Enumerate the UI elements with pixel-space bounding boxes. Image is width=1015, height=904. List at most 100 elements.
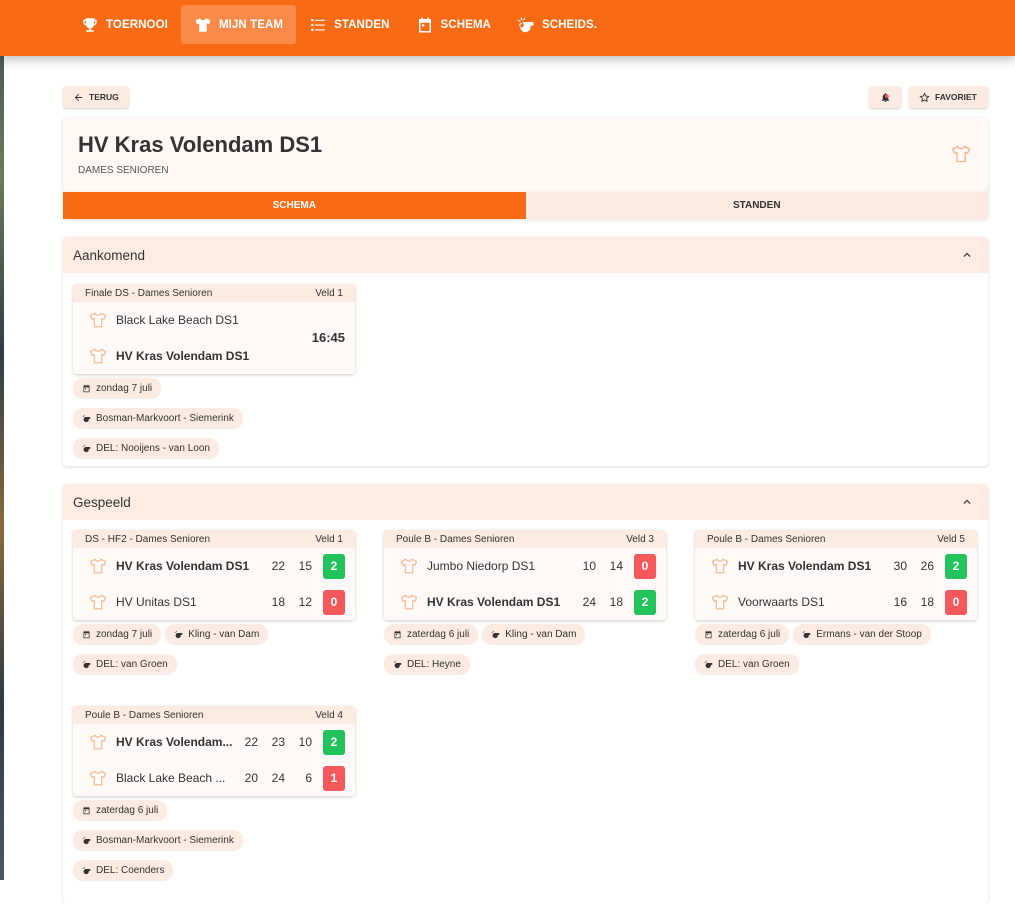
referee-chip: Bosman-Markvoort - Siemerink xyxy=(73,830,243,850)
nav-item-scheids[interactable]: SCHEIDS. xyxy=(504,5,610,44)
calendar-icon xyxy=(83,806,90,814)
back-label: TERUG xyxy=(89,92,119,102)
score-set-2: 14 xyxy=(609,559,623,573)
nav-item-standen[interactable]: STANDEN xyxy=(296,5,402,44)
tab-standen[interactable]: STANDEN xyxy=(525,192,988,219)
score-set-1: 30 xyxy=(893,559,907,573)
whistle-icon xyxy=(704,660,713,668)
team-name: HV Kras Volendam DS1 xyxy=(738,559,872,573)
match-chips: zondag 7 juli Kling - van Dam DEL: van G… xyxy=(73,624,373,674)
match-card[interactable]: Poule B - Dames Senioren Veld 4 HV Kras … xyxy=(73,706,355,796)
shirt-icon xyxy=(89,348,107,364)
points-badge: 0 xyxy=(945,589,967,615)
team-title: HV Kras Volendam DS1 xyxy=(78,132,323,157)
match-header: Poule B - Dames Senioren Veld 5 xyxy=(695,530,977,548)
match-chips: zaterdag 6 juli Kling - van Dam DEL: Hey… xyxy=(384,624,684,674)
section-header[interactable]: Gespeeld xyxy=(63,484,988,520)
match-card[interactable]: Poule B - Dames Senioren Veld 5 HV Kras … xyxy=(695,530,977,620)
chip-label: Kling - van Dam xyxy=(505,628,577,640)
score-set-1: 22 xyxy=(244,735,258,749)
score-set-2: 24 xyxy=(271,771,285,785)
points-badge: 0 xyxy=(323,589,345,615)
match-body: HV Kras Volendam DS1 30 26 2 Voorwaarts … xyxy=(695,548,977,620)
match-field: Veld 1 xyxy=(315,287,343,299)
chip-label: zondag 7 juli xyxy=(96,382,153,394)
match-card[interactable]: Poule B - Dames Senioren Veld 3 Jumbo Ni… xyxy=(384,530,666,620)
chip-label: zaterdag 6 juli xyxy=(407,628,470,640)
chip-label: DEL: Heyne xyxy=(407,658,461,670)
shirt-icon xyxy=(195,17,211,32)
points-badge: 2 xyxy=(323,729,345,755)
chip-label: Bosman-Markvoort - Siemerink xyxy=(96,412,234,424)
notifications-button[interactable] xyxy=(869,86,901,108)
referee-chip: Bosman-Markvoort - Siemerink xyxy=(73,408,243,428)
match-card[interactable]: Finale DS - Dames Senioren Veld 1 Black … xyxy=(73,284,355,374)
match-chips: zaterdag 6 juli Ermans - van der Stoop D… xyxy=(695,624,995,674)
whistle-icon xyxy=(393,660,402,668)
chip-label: DEL: Nooijens - van Loon xyxy=(96,442,210,454)
delegate-chip: DEL: Nooijens - van Loon xyxy=(73,438,219,458)
score-set-1: 18 xyxy=(271,595,285,609)
nav-label: MIJN TEAM xyxy=(218,18,284,31)
match-item: Poule B - Dames Senioren Veld 4 HV Kras … xyxy=(73,706,355,880)
chip-label: Kling - van Dam xyxy=(188,628,260,640)
nav-item-toernooi[interactable]: TOERNOOI xyxy=(68,5,181,44)
calendar-icon xyxy=(83,384,90,392)
nav-item-schema[interactable]: SCHEMA xyxy=(403,5,504,44)
shirt-icon xyxy=(400,594,418,610)
chevron-up-icon[interactable] xyxy=(960,248,974,262)
match-body: Black Lake Beach DS1 HV Kras Volendam DS… xyxy=(73,302,355,374)
date-chip: zaterdag 6 juli xyxy=(384,624,479,644)
chip-label: DEL: van Groen xyxy=(718,658,790,670)
shirt-icon xyxy=(89,558,107,574)
match-body: HV Kras Volendam DS1 22 15 2 HV Unitas D… xyxy=(73,548,355,620)
whistle-icon xyxy=(82,866,91,874)
score-set-1: 20 xyxy=(244,771,258,785)
team-name: HV Kras Volendam DS1 xyxy=(427,595,561,609)
nav-item-mijn-team[interactable]: MIJN TEAM xyxy=(180,5,297,44)
points-badge: 2 xyxy=(634,589,656,615)
section-header[interactable]: Aankomend xyxy=(63,237,988,273)
toolbar: TERUG FAVORIET xyxy=(63,86,988,109)
match-body: Jumbo Niedorp DS1 10 14 0 HV Kras Volend… xyxy=(384,548,666,620)
chip-label: DEL: Coenders xyxy=(96,864,165,876)
whistle-icon xyxy=(82,836,91,844)
referee-chip: Kling - van Dam xyxy=(165,624,269,644)
played-section: Gespeeld DS - HF2 - Dames Senioren Veld … xyxy=(63,484,988,904)
team-name: HV Kras Volendam DS1 xyxy=(116,559,250,573)
chip-label: Bosman-Markvoort - Siemerink xyxy=(96,834,234,846)
match-item: Finale DS - Dames Senioren Veld 1 Black … xyxy=(73,284,355,458)
match-item: DS - HF2 - Dames Senioren Veld 1 HV Kras… xyxy=(73,530,355,674)
main-content: TERUG FAVORIET HV Kras Volendam DS1 DAME… xyxy=(63,86,988,904)
date-chip: zaterdag 6 juli xyxy=(73,800,168,820)
match-chips: zaterdag 6 juli Bosman-Markvoort - Sieme… xyxy=(73,800,373,880)
match-body: HV Kras Volendam... 22 23 10 2 Black Lak… xyxy=(73,724,355,796)
team-name: Jumbo Niedorp DS1 xyxy=(427,559,536,573)
score-set-1: 22 xyxy=(271,559,285,573)
score-set-1: 10 xyxy=(582,559,596,573)
team-name: Voorwaarts DS1 xyxy=(738,595,825,609)
team-row: Black Lake Beach ... 20 24 6 1 xyxy=(73,760,355,796)
chevron-up-icon[interactable] xyxy=(960,495,974,509)
list-icon xyxy=(311,18,325,31)
whistle-icon xyxy=(517,17,534,32)
match-round: Poule B - Dames Senioren xyxy=(396,533,515,545)
favorite-button[interactable]: FAVORIET xyxy=(909,86,988,108)
match-round: Poule B - Dames Senioren xyxy=(85,709,204,721)
tab-schema[interactable]: SCHEMA xyxy=(63,192,526,219)
delegate-chip: DEL: van Groen xyxy=(73,654,177,674)
upcoming-section: Aankomend Finale DS - Dames Senioren Vel… xyxy=(63,237,988,466)
score-set-3: 6 xyxy=(305,771,312,785)
match-card[interactable]: DS - HF2 - Dames Senioren Veld 1 HV Kras… xyxy=(73,530,355,620)
match-chips: zondag 7 juli Bosman-Markvoort - Siemeri… xyxy=(73,378,373,458)
arrow-left-icon xyxy=(74,93,83,101)
back-button[interactable]: TERUG xyxy=(63,86,129,108)
score-set-2: 18 xyxy=(920,595,934,609)
match-round: Poule B - Dames Senioren xyxy=(707,533,826,545)
score-set-2: 23 xyxy=(271,735,285,749)
section-title: Gespeeld xyxy=(73,494,131,510)
score-set-2: 18 xyxy=(609,595,623,609)
team-name: HV Kras Volendam DS1 xyxy=(116,349,250,363)
referee-chip: Ermans - van der Stoop xyxy=(793,624,931,644)
team-name: HV Kras Volendam... xyxy=(116,735,233,749)
